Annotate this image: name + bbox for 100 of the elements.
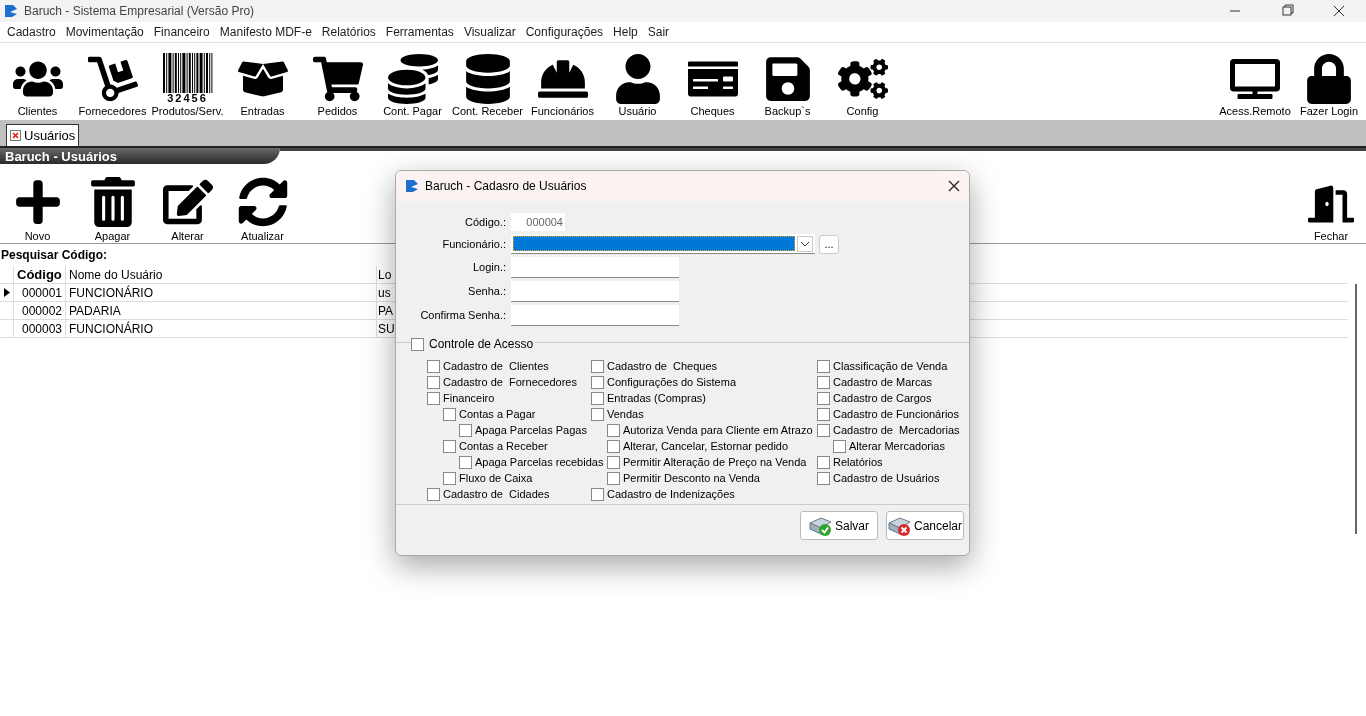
checkbox[interactable] (427, 359, 440, 373)
caret-icon (797, 235, 813, 252)
checkbox[interactable] (817, 471, 830, 485)
checkbox[interactable] (833, 439, 846, 453)
cancel-button[interactable]: Cancelar (886, 511, 964, 540)
checkbox[interactable] (607, 423, 620, 437)
checkbox-label: Permitir Desconto na Venda (623, 472, 760, 484)
checkbox[interactable] (591, 375, 604, 389)
checkbox[interactable] (443, 471, 456, 485)
field-label: Senha.: (467, 284, 506, 300)
checkbox-label: Cadastro de Cargos (833, 392, 932, 404)
checkbox-label: Cadastro de Clientes (443, 360, 549, 372)
checkbox[interactable] (607, 455, 620, 469)
checkbox-label: Cadastro de Indenizações (607, 488, 735, 500)
checkbox[interactable] (443, 439, 456, 453)
checkbox[interactable] (607, 439, 620, 453)
checkbox[interactable] (817, 407, 830, 421)
checkbox[interactable] (607, 471, 620, 485)
checkbox-label: Cadastro de Usuários (833, 472, 940, 484)
toolbar-button[interactable]: Acess.Remoto (1218, 42, 1292, 118)
checkbox[interactable] (817, 391, 830, 405)
input-field[interactable] (511, 257, 679, 278)
checkbox-label: Cadastro de Cheques (607, 360, 718, 372)
menu-item[interactable]: Help (608, 23, 643, 41)
toolbar-button[interactable]: Config (825, 42, 900, 118)
padlock-icon (1304, 54, 1354, 104)
close-icon[interactable] (948, 180, 960, 192)
field-label: Login.: (471, 260, 506, 276)
checkbox[interactable] (427, 487, 440, 501)
checkbox-label: Autoriza Venda para Cliente em Atrazo (623, 424, 813, 436)
toolbar-button[interactable]: 32456 Produtos/Serv. (150, 42, 225, 118)
menu-item[interactable]: Cadastro (2, 23, 61, 41)
checkbox-label: Alterar, Cancelar, Estornar pedido (623, 440, 789, 452)
search-label: Pesquisar Código: (1, 247, 107, 264)
menu-item[interactable]: Ferramentas (380, 23, 459, 41)
toolbar-button[interactable]: Fornecedores (75, 42, 150, 118)
menu-item[interactable]: Movimentação (60, 23, 149, 41)
table-cell: 000001 (14, 284, 66, 301)
checkbox[interactable] (817, 455, 830, 469)
column-header[interactable]: Código (14, 266, 66, 283)
checkbox[interactable] (817, 375, 830, 389)
checkbox-label: Cadastro de Cidades (443, 488, 550, 500)
input-field[interactable] (511, 281, 679, 302)
barcode-digits: 32456 (167, 93, 208, 104)
checkbox-label: Contas a Pagar (459, 408, 536, 420)
module-title: Baruch - Usuários (5, 149, 117, 163)
checkbox[interactable] (591, 487, 604, 501)
checkbox[interactable] (427, 375, 440, 389)
employee-dropdown[interactable] (511, 234, 815, 254)
toolbar-button[interactable]: Usuário (600, 42, 675, 118)
field-label: Confirma Senha.: (419, 308, 506, 324)
toolbar-button[interactable]: Cont. Pagar (375, 42, 450, 118)
menu-item[interactable]: Manifesto MDF-e (214, 23, 317, 41)
checkbox[interactable] (591, 359, 604, 373)
checkbox[interactable] (427, 391, 440, 405)
checkbox[interactable] (459, 423, 472, 437)
table-cell: FUNCIONÁRIO (66, 284, 377, 301)
menu-item[interactable]: Financeiro (148, 23, 215, 41)
menu-item[interactable]: Sair (642, 23, 675, 41)
checkbox-label: Alterar Mercadorias (849, 440, 945, 452)
menu-item[interactable]: Configurações (520, 23, 609, 41)
checkbox-label: Cadastro de Mercadorias (833, 424, 960, 436)
checkbox[interactable] (817, 423, 830, 437)
menu-item[interactable]: Visualizar (458, 23, 521, 41)
checkbox[interactable] (443, 407, 456, 421)
input-field[interactable] (511, 305, 679, 326)
checkbox-label: Apaga Parcelas recebidas (475, 456, 604, 468)
toolbar-button[interactable]: Backup`s (750, 42, 825, 118)
toolbar-button[interactable]: Clientes (0, 42, 75, 118)
checkbox[interactable] (411, 337, 424, 351)
toolbar-button[interactable]: Funcionários (525, 42, 600, 118)
action-button[interactable]: Alterar (150, 177, 225, 243)
checkbox[interactable] (817, 359, 830, 373)
checkbox-label: Controle de Acesso (429, 336, 534, 353)
action-button[interactable]: Atualizar (225, 177, 300, 243)
checkbox[interactable] (459, 455, 472, 469)
browse-button[interactable]: ... (819, 234, 839, 254)
tab[interactable]: Usuários (6, 124, 80, 146)
close-module-button[interactable]: Fechar (1300, 181, 1362, 243)
toolbar-button[interactable]: Cont. Receber (450, 42, 525, 118)
menu-item[interactable]: Relatórios (316, 23, 381, 41)
edit-icon (162, 177, 213, 227)
save-button[interactable]: Salvar (800, 511, 878, 540)
cart-icon (312, 54, 363, 104)
checkbox-label: Financeiro (443, 392, 495, 404)
checkbox-label: Classificação de Venda (833, 360, 948, 372)
dialog-title: Baruch - Cadasro de Usuários (425, 178, 587, 195)
toolbar-button[interactable]: Fazer Login (1292, 42, 1366, 118)
table-cell: FUNCIONÁRIO (66, 320, 377, 337)
toolbar-button[interactable]: Entradas (225, 42, 300, 118)
toolbar-button[interactable]: Pedidos (300, 42, 375, 118)
checkbox[interactable] (591, 407, 604, 421)
checkbox-label: Permitir Alteração de Preço na Venda (623, 456, 807, 468)
action-button[interactable]: Novo (0, 177, 75, 243)
checkbox[interactable] (591, 391, 604, 405)
checkbox-label: Contas a Receber (459, 440, 548, 452)
field-label: Funcionário.: (441, 236, 506, 252)
action-button[interactable]: Apagar (75, 177, 150, 243)
column-header[interactable]: Nome do Usuário (66, 266, 377, 283)
toolbar-button[interactable]: Cheques (675, 42, 750, 118)
